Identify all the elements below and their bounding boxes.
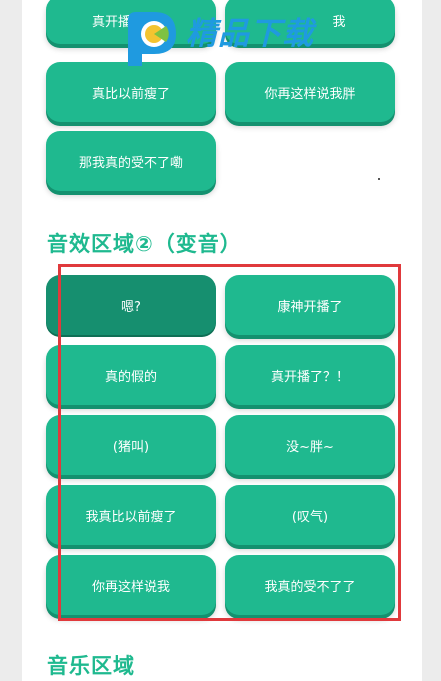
stray-dot [378,178,380,180]
sound-button-mei-pang[interactable]: 没~胖~ [225,415,395,475]
sound-button-shou-bu-liao-lei[interactable]: 那我真的受不了嘞 [46,131,216,191]
sound-button-en[interactable]: 嗯? [46,275,216,335]
section-title-music: 音乐区域 [47,654,135,678]
section-title-voice-change: 音效区域②（变音） [47,232,242,256]
sound-button-zhen-kaibo-2[interactable]: 真开播了？！ [225,345,395,405]
watermark-logo-icon [128,12,176,66]
sound-button-kangshen-kaibo[interactable]: 康神开播了 [225,275,395,335]
sound-button-zhen-de-jia-de[interactable]: 真的假的 [46,345,216,405]
sound-button-zhu-jiao[interactable]: (猪叫) [46,415,216,475]
sound-button-bi-yiqian-shou-2[interactable]: 我真比以前瘦了 [46,485,216,545]
sound-button-shuo-wo[interactable]: 你再这样说我 [46,555,216,615]
sound-button-shuo-wo-pang[interactable]: 你再这样说我胖 [225,62,395,122]
sound-button-bi-yiqian-shou[interactable]: 真比以前瘦了 [46,62,216,122]
sound-button-shou-bu-liao-le[interactable]: 我真的受不了了 [225,555,395,615]
sound-button-tan-qi[interactable]: (叹气) [225,485,395,545]
watermark-text: 精品下载 [186,16,314,52]
